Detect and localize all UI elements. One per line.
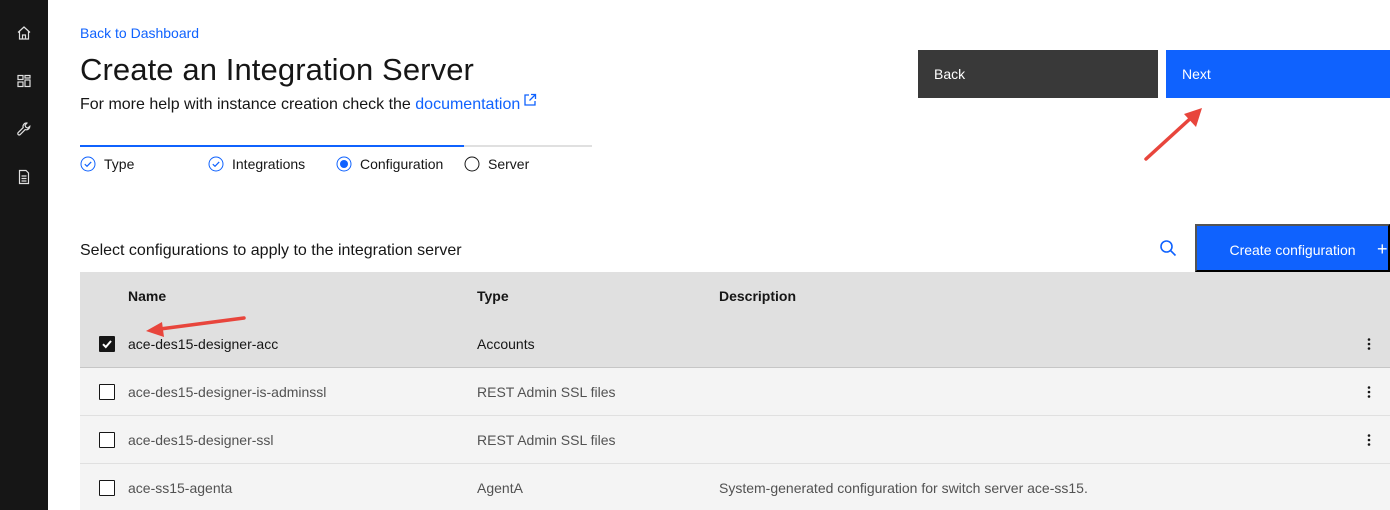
external-link-icon <box>523 93 537 107</box>
row-checkbox[interactable] <box>99 384 115 400</box>
checkmark-icon <box>102 340 112 349</box>
row-checkbox[interactable] <box>99 480 115 496</box>
current-step-icon <box>336 156 352 172</box>
progress-indicator: Type Integrations Configuration Server <box>80 145 592 185</box>
checkmark-outline-icon <box>80 156 96 172</box>
back-button[interactable]: Back <box>918 50 1158 98</box>
overflow-menu-icon[interactable] <box>1361 382 1377 402</box>
table-row[interactable]: ace-ss15-agenta AgentA System-generated … <box>80 464 1390 510</box>
configurations-table: Name Type Description ace-des15-designer… <box>80 272 1390 510</box>
row-type: REST Admin SSL files <box>477 384 616 400</box>
help-text-prefix: For more help with instance creation che… <box>80 96 411 113</box>
row-type: Accounts <box>477 336 535 352</box>
page-title: Create an Integration Server <box>80 52 474 87</box>
checkmark-outline-icon <box>208 156 224 172</box>
annotation-arrow-next <box>1144 108 1202 161</box>
overflow-menu-icon[interactable] <box>1361 430 1377 450</box>
create-configuration-button[interactable]: Create configuration + <box>1195 224 1390 272</box>
row-checkbox[interactable] <box>99 432 115 448</box>
row-checkbox[interactable] <box>99 336 115 352</box>
row-type: AgentA <box>477 480 523 496</box>
home-icon[interactable] <box>14 23 34 43</box>
step-label: Type <box>104 156 135 172</box>
incomplete-step-icon <box>464 156 480 172</box>
column-header-type[interactable]: Type <box>477 272 509 320</box>
row-name: ace-ss15-agenta <box>128 480 233 496</box>
overflow-menu-icon[interactable] <box>1361 334 1377 354</box>
section-label: Select configurations to apply to the in… <box>80 242 462 259</box>
help-text: For more help with instance creation che… <box>80 93 537 114</box>
progress-fill <box>80 145 464 147</box>
back-to-dashboard-link[interactable]: Back to Dashboard <box>80 25 199 41</box>
step-label: Configuration <box>360 156 444 172</box>
row-name: ace-des15-designer-ssl <box>128 432 274 448</box>
wrench-icon[interactable] <box>14 119 34 139</box>
table-row[interactable]: ace-des15-designer-is-adminssl REST Admi… <box>80 368 1390 416</box>
documentation-link-label: documentation <box>415 96 521 113</box>
documentation-link[interactable]: documentation <box>415 93 537 113</box>
search-icon <box>1160 240 1177 257</box>
row-name: ace-des15-designer-is-adminssl <box>128 384 327 400</box>
step-type[interactable]: Type <box>80 156 134 172</box>
search-button[interactable] <box>1150 230 1186 266</box>
step-integrations[interactable]: Integrations <box>208 156 305 172</box>
step-server[interactable]: Server <box>464 156 529 172</box>
column-header-name[interactable]: Name <box>128 272 166 320</box>
row-description: System-generated configuration for switc… <box>719 480 1088 496</box>
next-button[interactable]: Next <box>1166 50 1390 98</box>
side-nav <box>0 0 48 510</box>
step-label: Integrations <box>232 156 306 172</box>
table-row[interactable]: ace-des15-designer-acc Accounts <box>80 320 1390 368</box>
dashboard-icon[interactable] <box>14 71 34 91</box>
row-name: ace-des15-designer-acc <box>128 336 279 352</box>
add-icon: + <box>1377 239 1388 259</box>
column-header-description[interactable]: Description <box>719 272 796 320</box>
table-header: Name Type Description <box>80 272 1390 320</box>
row-type: REST Admin SSL files <box>477 432 616 448</box>
step-configuration[interactable]: Configuration <box>336 156 443 172</box>
create-configuration-label: Create configuration <box>1229 242 1356 258</box>
step-label: Server <box>488 156 530 172</box>
table-row[interactable]: ace-des15-designer-ssl REST Admin SSL fi… <box>80 416 1390 464</box>
document-icon[interactable] <box>14 167 34 187</box>
